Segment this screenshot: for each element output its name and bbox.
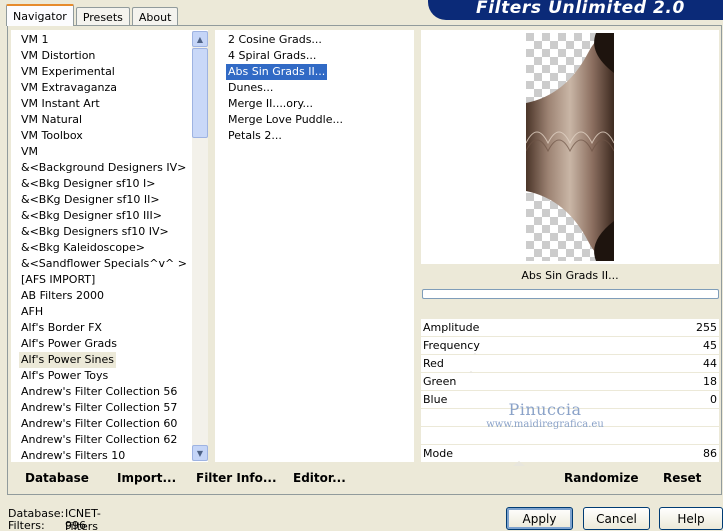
param-empty-row xyxy=(421,409,719,426)
scroll-down-arrow-icon[interactable]: ▼ xyxy=(192,445,208,461)
filter-item[interactable]: Merge II....ory... xyxy=(226,96,315,112)
category-item[interactable]: VM 1 xyxy=(19,32,51,48)
filter-item[interactable]: 4 Spiral Grads... xyxy=(226,48,318,64)
filter-info-button[interactable]: Filter Info... xyxy=(196,471,277,485)
category-scrollbar[interactable]: ▲ ▼ xyxy=(192,31,208,461)
progress-bar xyxy=(422,289,719,299)
filter-item[interactable]: 2 Cosine Grads... xyxy=(226,32,324,48)
banner-title: Filters Unlimited 2.0 xyxy=(476,0,685,18)
param-empty-row xyxy=(421,427,719,444)
category-item[interactable]: VM Extravaganza xyxy=(19,80,119,96)
apply-button[interactable]: Apply xyxy=(506,507,573,530)
category-item[interactable]: VM Natural xyxy=(19,112,84,128)
preview-image xyxy=(526,33,614,261)
category-item[interactable]: &<Sandflower Specials^v^ > xyxy=(19,256,189,272)
category-item[interactable]: Andrew's Filter Collection 56 xyxy=(19,384,179,400)
param-value: 86 xyxy=(703,447,717,460)
category-item[interactable]: Andrew's Filters 10 xyxy=(19,448,127,462)
tab-about[interactable]: About xyxy=(131,7,179,26)
editor-button[interactable]: Editor... xyxy=(293,471,346,485)
category-list[interactable]: VM 1 VM Distortion VM Experimental VM Extra… xyxy=(11,30,208,462)
param-label: Red xyxy=(423,357,444,370)
reset-button[interactable]: Reset xyxy=(663,471,701,485)
param-value: 45 xyxy=(703,339,717,352)
category-item[interactable]: VM Experimental xyxy=(19,64,117,80)
category-item[interactable]: &<Bkg Designer sf10 I> xyxy=(19,176,158,192)
status-filters-label: Filters: xyxy=(8,519,45,531)
param-value: 18 xyxy=(703,375,717,388)
param-label: Frequency xyxy=(423,339,480,352)
category-item[interactable]: AB Filters 2000 xyxy=(19,288,106,304)
param-value: 255 xyxy=(696,321,717,334)
param-green[interactable]: Green 18 xyxy=(421,373,719,391)
category-item[interactable]: Alf's Power Toys xyxy=(19,368,110,384)
param-value: 0 xyxy=(710,393,717,406)
category-item[interactable]: Alf's Power Grads xyxy=(19,336,119,352)
randomize-button[interactable]: Randomize xyxy=(564,471,638,485)
param-frequency[interactable]: Frequency 45 xyxy=(421,337,719,358)
title-banner: Filters Unlimited 2.0 xyxy=(428,0,723,20)
database-button[interactable]: Database xyxy=(25,471,89,485)
tab-navigator[interactable]: Navigator xyxy=(6,4,74,26)
category-item[interactable]: Alf's Border FX xyxy=(19,320,104,336)
param-red[interactable]: Red 44 xyxy=(421,355,719,376)
scroll-thumb[interactable] xyxy=(192,48,208,138)
slider-marker-icon xyxy=(513,461,525,466)
param-blue[interactable]: Blue 0 xyxy=(421,391,719,409)
filter-item[interactable]: Merge Love Puddle... xyxy=(226,112,345,128)
status-filters: Filters: 996 xyxy=(8,519,86,531)
filter-item[interactable]: Dunes... xyxy=(226,80,275,96)
param-mode[interactable]: Mode 86 xyxy=(421,445,719,466)
category-item[interactable]: &<Bkg Kaleidoscope> xyxy=(19,240,147,256)
category-item[interactable]: Andrew's Filter Collection 60 xyxy=(19,416,179,432)
scroll-up-arrow-icon[interactable]: ▲ xyxy=(192,31,208,47)
category-item[interactable]: Alf's Power Sines xyxy=(19,352,116,368)
category-item[interactable]: &<Background Designers IV> xyxy=(19,160,188,176)
status-filters-value: 996 xyxy=(65,519,86,531)
param-label: Green xyxy=(423,375,457,388)
param-label: Mode xyxy=(423,447,453,460)
category-item[interactable]: &<BKg Designer sf10 II> xyxy=(19,192,162,208)
category-item[interactable]: VM Instant Art xyxy=(19,96,102,112)
category-item[interactable]: Andrew's Filter Collection 57 xyxy=(19,400,179,416)
category-item[interactable]: &<Bkg Designer sf10 III> xyxy=(19,208,164,224)
tab-bar: Navigator Presets About xyxy=(6,4,180,26)
param-label: Amplitude xyxy=(423,321,480,334)
filter-item[interactable]: Petals 2... xyxy=(226,128,284,144)
tab-presets[interactable]: Presets xyxy=(75,7,130,26)
category-item[interactable]: Andrew's Filter Collection 62 xyxy=(19,432,179,448)
category-item[interactable]: VM Toolbox xyxy=(19,128,85,144)
cancel-button[interactable]: Cancel xyxy=(583,507,650,530)
help-button[interactable]: Help xyxy=(659,507,723,530)
preview-pane xyxy=(421,30,719,264)
filter-item[interactable]: Abs Sin Grads II... xyxy=(226,64,328,80)
category-item[interactable]: VM Distortion xyxy=(19,48,97,64)
param-value: 44 xyxy=(703,357,717,370)
preview-filter-name: Abs Sin Grads II... xyxy=(521,269,619,282)
category-item[interactable]: [AFS IMPORT] xyxy=(19,272,97,288)
param-label: Blue xyxy=(423,393,448,406)
param-amplitude[interactable]: Amplitude 255 xyxy=(421,319,719,337)
category-item[interactable]: AFH xyxy=(19,304,45,320)
category-item[interactable]: VM xyxy=(19,144,40,160)
category-item[interactable]: &<Bkg Designers sf10 IV> xyxy=(19,224,171,240)
filter-list[interactable]: 2 Cosine Grads... 4 Spiral Grads... Abs Si… xyxy=(215,30,414,462)
import-button[interactable]: Import... xyxy=(117,471,176,485)
